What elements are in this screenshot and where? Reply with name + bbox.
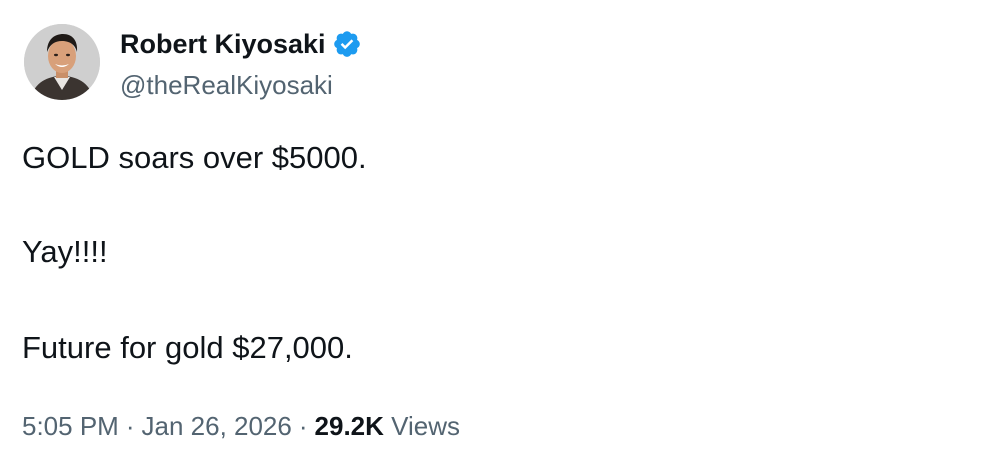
author-handle[interactable]: @theRealKiyosaki [120, 68, 333, 102]
separator-dot: · [298, 411, 308, 441]
tweet-text-line: Future for gold $27,000. [22, 330, 353, 365]
tweet-text-line: Yay!!!! [22, 234, 108, 269]
separator-dot: · [125, 411, 135, 441]
views-label[interactable]: Views [391, 411, 460, 441]
author-display-name[interactable]: Robert Kiyosaki [120, 26, 326, 62]
profile-photo-icon [24, 24, 100, 100]
verified-badge-icon[interactable] [332, 29, 362, 59]
tweet-time[interactable]: 5:05 PM [22, 411, 119, 441]
tweet-text-line: GOLD soars over $5000. [22, 140, 367, 175]
views-count[interactable]: 29.2K [315, 411, 384, 441]
tweet-date[interactable]: Jan 26, 2026 [142, 411, 292, 441]
tweet-meta: 5:05 PM · Jan 26, 2026 · 29.2K Views [22, 408, 460, 444]
avatar[interactable] [24, 24, 100, 100]
author-name[interactable]: Robert Kiyosaki [120, 26, 362, 62]
